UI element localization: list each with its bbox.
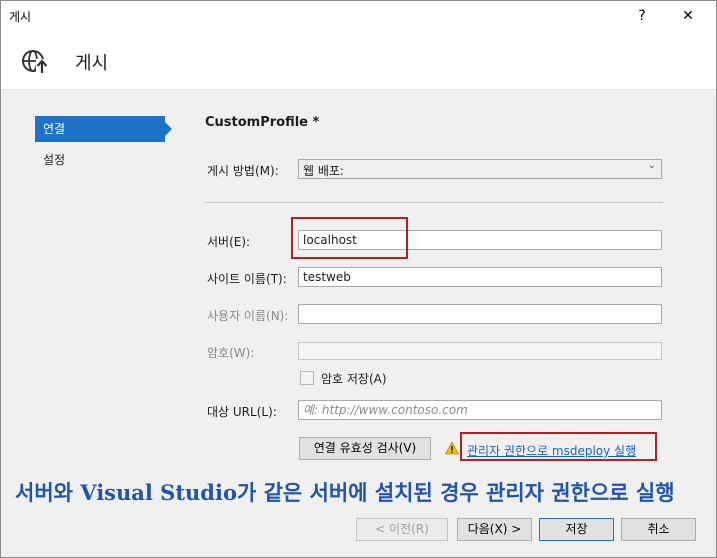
- site-name-label: 사이트 이름(T):: [207, 272, 287, 286]
- warning-icon: [445, 441, 459, 455]
- nav-item-settings[interactable]: 설정: [35, 147, 165, 173]
- password-label: 암호(W):: [207, 346, 255, 360]
- publish-dialog: 게시 ? ✕ 게시 연결 설정 CustomProfile * 게시 방법(M)…: [0, 0, 717, 558]
- previous-button[interactable]: < 이전(R): [356, 518, 448, 541]
- save-button[interactable]: 저장: [539, 518, 614, 541]
- admin-link-highlight-box: [460, 432, 657, 461]
- help-button[interactable]: ?: [629, 5, 655, 27]
- profile-name: CustomProfile *: [205, 115, 320, 130]
- save-password-checkbox[interactable]: [300, 371, 314, 385]
- separator: [205, 202, 663, 203]
- save-password-label: 암호 저장(A): [321, 372, 387, 386]
- publish-method-label: 게시 방법(M):: [207, 164, 279, 178]
- validate-connection-button[interactable]: 연결 유효성 검사(V): [299, 437, 431, 460]
- server-label: 서버(E):: [207, 235, 251, 249]
- cancel-button[interactable]: 취소: [621, 518, 696, 541]
- target-url-input[interactable]: 예: http://www.contoso.com: [298, 400, 662, 420]
- password-input[interactable]: [298, 342, 662, 360]
- target-url-placeholder: 예: http://www.contoso.com: [303, 403, 468, 417]
- publish-method-select[interactable]: 웹 배포: ⌄: [298, 159, 662, 179]
- dialog-header: 게시: [1, 31, 716, 90]
- globe-publish-icon: [22, 50, 49, 75]
- window-title: 게시: [9, 10, 32, 24]
- publish-method-value: 웹 배포:: [303, 164, 344, 178]
- chevron-down-icon: ⌄: [647, 160, 656, 171]
- username-label: 사용자 이름(N):: [207, 309, 289, 323]
- close-button[interactable]: ✕: [675, 5, 701, 27]
- target-url-label: 대상 URL(L):: [207, 405, 277, 419]
- nav-item-connection[interactable]: 연결: [35, 116, 172, 142]
- site-name-input[interactable]: testweb: [298, 267, 662, 287]
- username-input[interactable]: [298, 304, 662, 324]
- server-highlight-box: [291, 217, 408, 259]
- annotation-text: 서버와 Visual Studio가 같은 서버에 설치된 경우 관리자 권한으…: [15, 480, 675, 505]
- title-bar: 게시 ? ✕: [1, 1, 716, 31]
- next-button[interactable]: 다음(X) >: [457, 518, 532, 541]
- header-title: 게시: [75, 53, 109, 74]
